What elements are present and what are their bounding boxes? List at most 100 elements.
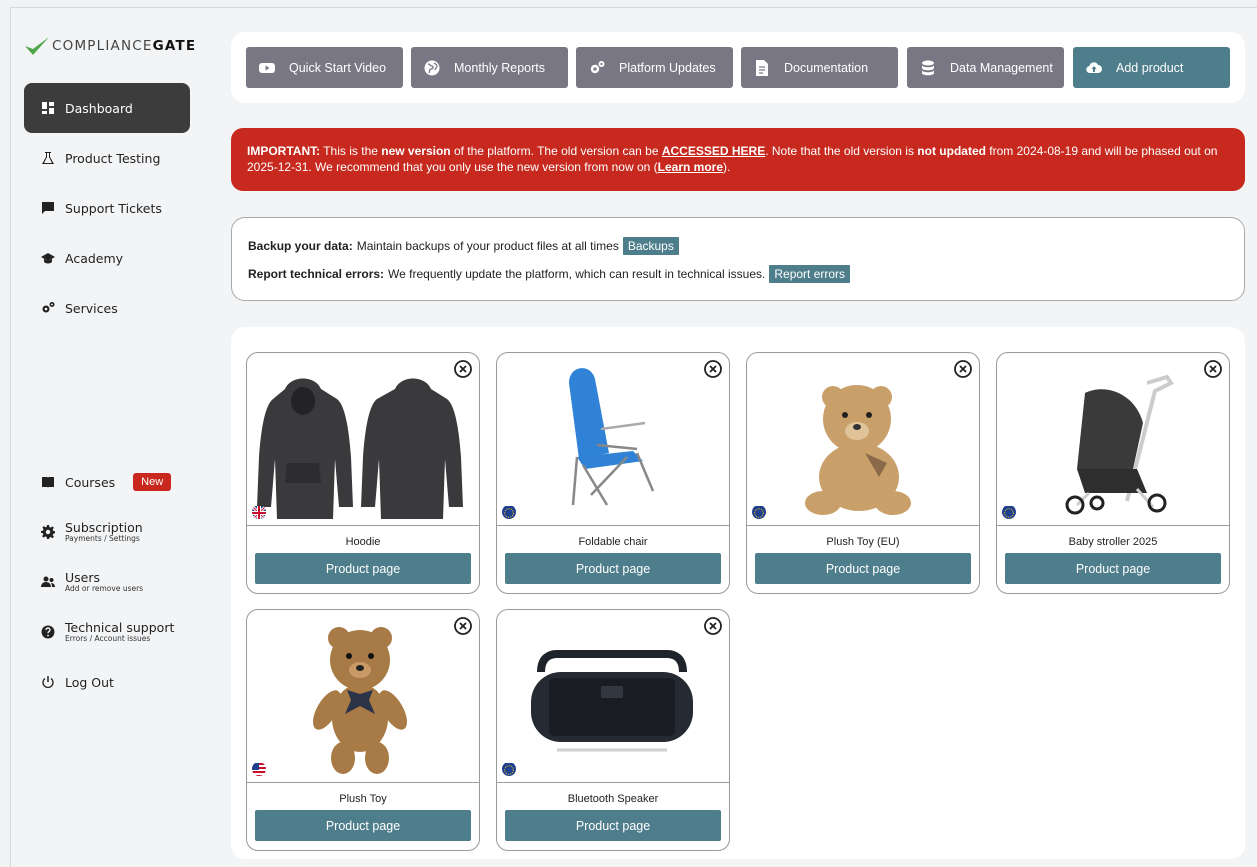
database-icon xyxy=(920,60,936,76)
users-icon xyxy=(41,575,55,589)
report-text: We frequently update the platform, which… xyxy=(388,267,766,281)
sidebar-item-sublabel: Add or remove users xyxy=(65,584,144,594)
uk-flag-icon xyxy=(252,505,266,519)
sidebar-item-label: Subscription xyxy=(65,520,143,535)
eu-flag-icon xyxy=(502,762,516,776)
backups-button[interactable]: Backups xyxy=(622,237,679,255)
report-title: Report technical errors: xyxy=(248,267,385,281)
eu-flag-icon xyxy=(1002,505,1016,519)
product-image-plush-toy xyxy=(247,610,479,782)
sidebar-item-technical-support[interactable]: Technical support Errors / Account issues xyxy=(24,607,190,657)
data-management-button[interactable]: Data Management xyxy=(907,47,1064,88)
sidebar-item-services[interactable]: Services xyxy=(24,283,190,333)
alert-text: This is the xyxy=(320,144,382,158)
button-label: Platform Updates xyxy=(619,60,716,75)
product-page-button[interactable]: Product page xyxy=(255,553,471,584)
product-card-bluetooth-speaker: Bluetooth Speaker Product page xyxy=(496,609,730,851)
sidebar-item-label: Log Out xyxy=(65,674,114,690)
accessed-here-link[interactable]: ACCESSED HERE xyxy=(662,144,765,158)
question-icon xyxy=(41,625,55,639)
sidebar-item-sublabel: Payments / Settings xyxy=(65,534,140,544)
product-name: Foldable chair xyxy=(578,536,648,548)
button-label: Monthly Reports xyxy=(454,60,546,75)
card-divider xyxy=(997,525,1229,526)
sidebar-item-log-out[interactable]: Log Out xyxy=(24,657,190,707)
report-errors-button[interactable]: Report errors xyxy=(769,265,851,283)
add-product-button[interactable]: Add product xyxy=(1073,47,1230,88)
backup-notice: Backup your data: Maintain backups of yo… xyxy=(248,236,1228,256)
product-name: Hoodie xyxy=(345,536,381,548)
sidebar-item-label: Academy xyxy=(65,250,124,266)
product-card-baby-stroller: Baby stroller 2025 Product page xyxy=(996,352,1230,594)
product-name: Plush Toy (EU) xyxy=(826,536,900,548)
monthly-reports-button[interactable]: Monthly Reports xyxy=(411,47,568,88)
remove-product-icon[interactable] xyxy=(1204,360,1222,378)
graduation-cap-icon xyxy=(41,251,55,265)
documentation-button[interactable]: Documentation xyxy=(741,47,898,88)
product-page-button[interactable]: Product page xyxy=(1005,553,1221,584)
toolbar: Quick Start Video Monthly Reports Platfo… xyxy=(231,32,1245,103)
brand-logo[interactable]: COMPLIANCEGATE xyxy=(24,35,196,57)
document-icon xyxy=(754,59,770,76)
quick-start-video-button[interactable]: Quick Start Video xyxy=(246,47,403,88)
product-card-plush-toy-eu: Plush Toy (EU) Product page xyxy=(746,352,980,594)
product-page-button[interactable]: Product page xyxy=(255,810,471,841)
sidebar-item-label: Users xyxy=(65,570,101,585)
dashboard-icon xyxy=(41,101,55,115)
product-image-plush-toy-eu xyxy=(747,353,979,525)
remove-product-icon[interactable] xyxy=(454,617,472,635)
chat-icon xyxy=(41,201,55,215)
eu-flag-icon xyxy=(752,505,766,519)
power-icon xyxy=(41,675,55,689)
platform-updates-button[interactable]: Platform Updates xyxy=(576,47,733,88)
sidebar-item-courses[interactable]: Courses New xyxy=(24,457,190,507)
sidebar-item-product-testing[interactable]: Product Testing xyxy=(24,133,190,183)
sidebar-item-subscription[interactable]: Subscription Payments / Settings xyxy=(24,507,190,557)
card-divider xyxy=(247,525,479,526)
sidebar-item-academy[interactable]: Academy xyxy=(24,233,190,283)
remove-product-icon[interactable] xyxy=(704,360,722,378)
remove-product-icon[interactable] xyxy=(454,360,472,378)
button-label: Data Management xyxy=(950,60,1053,75)
product-image-baby-stroller xyxy=(997,353,1229,525)
sidebar-item-label: Technical support xyxy=(65,620,175,635)
important-alert: IMPORTANT: This is the new version of th… xyxy=(231,128,1245,191)
remove-product-icon[interactable] xyxy=(704,617,722,635)
sidebar-item-label: Services xyxy=(65,300,118,316)
sidebar: COMPLIANCEGATE Dashboard Product Testing… xyxy=(10,7,205,867)
cloud-upload-icon xyxy=(1086,60,1102,76)
product-page-button[interactable]: Product page xyxy=(505,553,721,584)
card-divider xyxy=(497,525,729,526)
us-flag-icon xyxy=(252,762,266,776)
alert-text: of the platform. The old version can be xyxy=(450,144,662,158)
sidebar-item-sublabel: Errors / Account issues xyxy=(65,634,151,644)
check-logo-icon xyxy=(25,37,49,55)
sidebar-item-users[interactable]: Users Add or remove users xyxy=(24,557,190,607)
product-card-hoodie: Hoodie Product page xyxy=(246,352,480,594)
sidebar-item-label: Product Testing xyxy=(65,150,161,166)
sidebar-item-dashboard[interactable]: Dashboard xyxy=(24,83,190,133)
backup-text: Maintain backups of your product files a… xyxy=(356,239,619,253)
card-divider xyxy=(247,782,479,783)
product-card-foldable-chair: Foldable chair Product page xyxy=(496,352,730,594)
product-name: Baby stroller 2025 xyxy=(1068,536,1158,548)
card-divider xyxy=(497,782,729,783)
button-label: Quick Start Video xyxy=(289,60,387,75)
learn-more-link[interactable]: Learn more xyxy=(658,160,723,174)
new-badge: New xyxy=(133,473,172,491)
sidebar-item-label: Support Tickets xyxy=(65,200,162,216)
product-page-button[interactable]: Product page xyxy=(755,553,971,584)
gear-icon xyxy=(41,525,55,539)
eu-flag-icon xyxy=(502,505,516,519)
alert-important-label: IMPORTANT: xyxy=(247,144,321,158)
globe-icon xyxy=(424,60,440,76)
product-page-button[interactable]: Product page xyxy=(505,810,721,841)
alert-text: ). xyxy=(723,160,731,174)
gears-icon xyxy=(589,60,605,76)
remove-product-icon[interactable] xyxy=(954,360,972,378)
product-name: Plush Toy xyxy=(339,793,387,805)
sidebar-item-support-tickets[interactable]: Support Tickets xyxy=(24,183,190,233)
card-divider xyxy=(747,525,979,526)
button-label: Add product xyxy=(1116,60,1184,75)
gears-icon xyxy=(41,301,55,315)
